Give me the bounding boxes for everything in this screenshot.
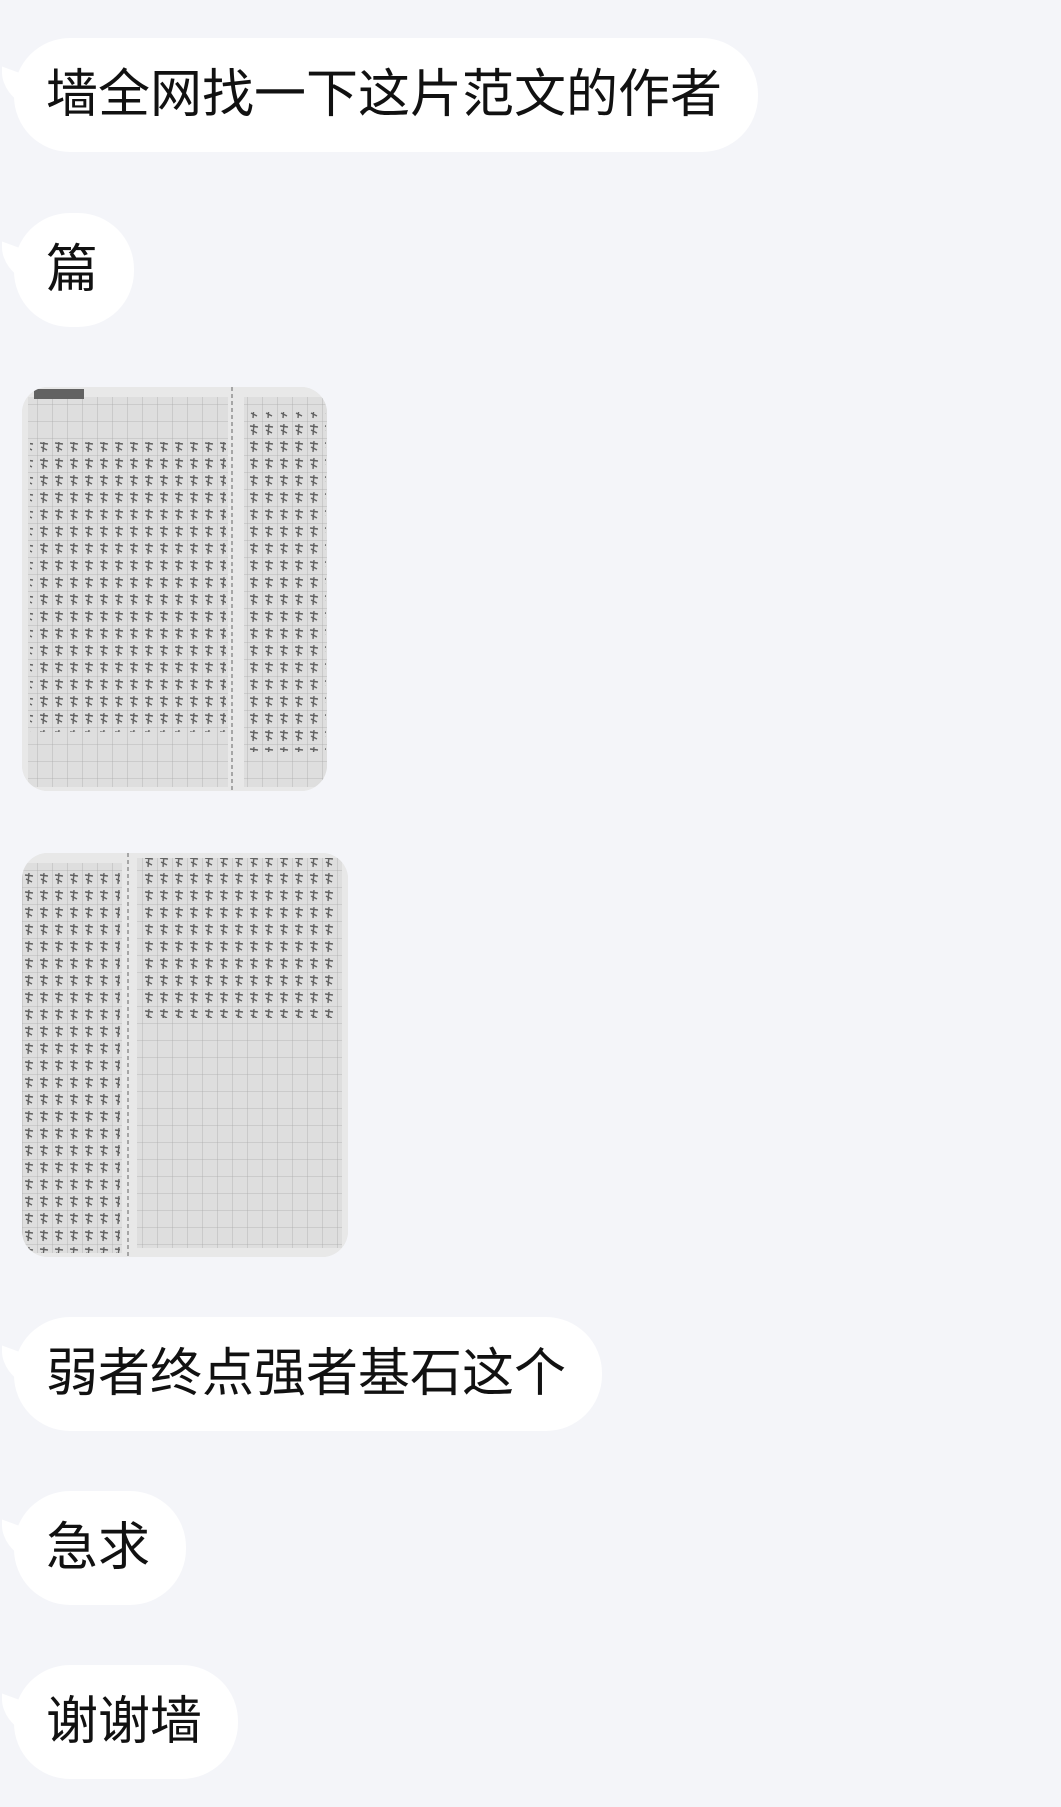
message-6: 急求 bbox=[14, 1491, 187, 1605]
message-text: 篇 bbox=[46, 240, 99, 300]
text-bubble[interactable]: 墙全网找一下这片范文的作者 bbox=[14, 38, 759, 152]
message-2: 篇 bbox=[14, 213, 135, 327]
chat-message-list[interactable]: 墙全网找一下这片范文的作者 篇 弱者终点强者基石这个 急求 谢谢墙 bbox=[0, 0, 1061, 1807]
text-bubble[interactable]: 弱者终点强者基石这个 bbox=[14, 1317, 603, 1431]
photo-icon bbox=[22, 853, 348, 1257]
text-bubble[interactable]: 谢谢墙 bbox=[14, 1665, 239, 1779]
message-7: 谢谢墙 bbox=[14, 1665, 239, 1779]
message-text: 墙全网找一下这片范文的作者 bbox=[46, 65, 723, 125]
message-5: 弱者终点强者基石这个 bbox=[14, 1317, 603, 1431]
image-message-photo-2[interactable] bbox=[22, 853, 348, 1257]
text-bubble[interactable]: 篇 bbox=[14, 213, 135, 327]
text-bubble[interactable]: 急求 bbox=[14, 1491, 187, 1605]
image-message-photo-1[interactable] bbox=[22, 387, 327, 791]
message-1: 墙全网找一下这片范文的作者 bbox=[14, 38, 759, 152]
message-text: 急求 bbox=[46, 1518, 151, 1578]
message-text: 弱者终点强者基石这个 bbox=[46, 1344, 567, 1404]
photo-icon bbox=[22, 387, 327, 791]
message-text: 谢谢墙 bbox=[46, 1692, 203, 1752]
